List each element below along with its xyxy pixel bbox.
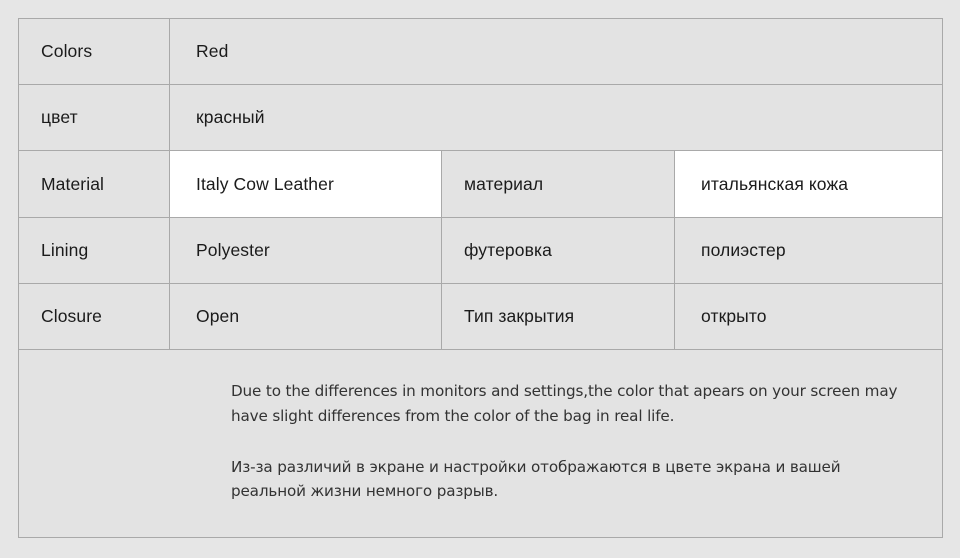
spec-label-closure-ru: Тип закрытия: [441, 282, 675, 351]
disclaimer-text-english: Due to the differences in monitors and s…: [231, 382, 898, 425]
product-spec-page: Colors Red цвет красный Material Italy C…: [0, 0, 960, 558]
spec-value-closure-ru: открыто: [673, 282, 944, 351]
disclaimer-content: Due to the differences in monitors and s…: [19, 353, 942, 534]
spec-label-material-ru: материал: [441, 150, 675, 218]
table-row-closure: Closure Open Тип закрытия открыто: [18, 282, 944, 351]
spec-label-colors-ru: цвет: [18, 84, 170, 152]
spec-label-colors-en: Colors: [18, 17, 170, 86]
spec-label-lining-en: Lining: [18, 216, 170, 284]
disclaimer-cell: Due to the differences in monitors and s…: [17, 349, 944, 538]
product-specification-table: Colors Red цвет красный Material Italy C…: [17, 17, 944, 538]
table-row-colors-en: Colors Red: [18, 17, 944, 86]
spec-value-material-ru: итальянская кожа: [673, 150, 944, 218]
table-row-material: Material Italy Cow Leather материал итал…: [18, 150, 944, 218]
disclaimer-text-russian: Из-за различий в экране и настройки отоб…: [231, 457, 841, 501]
spec-value-lining-en: Polyester: [169, 216, 442, 284]
table-row-colors-ru: цвет красный: [18, 84, 944, 152]
table-row-lining: Lining Polyester футеровка полиэстер: [18, 216, 944, 284]
spec-value-colors-en: Red: [168, 17, 944, 86]
spec-value-lining-ru: полиэстер: [673, 216, 944, 284]
spec-value-colors-ru: красный: [168, 84, 944, 152]
table-row-disclaimer: Due to the differences in monitors and s…: [17, 349, 944, 538]
spec-value-material-en: Italy Cow Leather: [169, 150, 442, 218]
spec-value-closure-en: Open: [169, 282, 442, 351]
spec-label-lining-ru: футеровка: [441, 216, 675, 284]
spec-label-closure-en: Closure: [18, 282, 170, 351]
spec-label-material-en: Material: [18, 150, 170, 218]
